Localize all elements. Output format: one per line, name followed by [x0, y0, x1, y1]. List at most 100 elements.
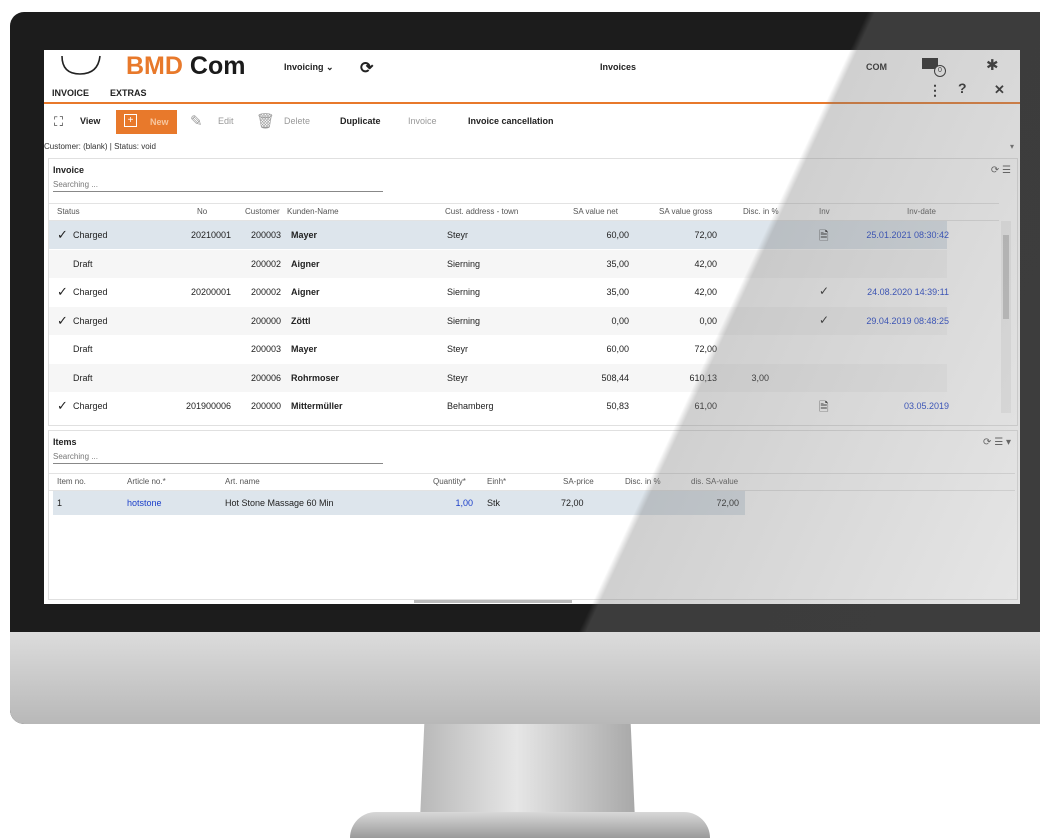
invoice-search-input[interactable]: Searching ...	[53, 180, 383, 192]
net-cell: 35,00	[606, 258, 629, 269]
check-icon[interactable]: ✓	[819, 313, 829, 327]
col-quantity[interactable]: Quantity*	[433, 477, 466, 486]
col-status[interactable]: Status	[57, 207, 80, 216]
monitor-stand-neck	[420, 724, 635, 820]
date-cell[interactable]: 25.01.2021 08:30:42	[839, 230, 949, 240]
name-cell: Mayer	[291, 230, 318, 240]
invoice-button[interactable]: Invoice	[408, 116, 437, 126]
col-item-disc[interactable]: Disc. in %	[625, 477, 661, 486]
scrollbar-thumb[interactable]	[1003, 235, 1009, 319]
status-cell: Charged	[73, 315, 108, 326]
col-disc[interactable]: Disc. in %	[743, 207, 779, 216]
name-cell: Mayer	[291, 344, 318, 354]
status-cell: Charged	[73, 401, 108, 411]
logo: BMD Com	[126, 52, 246, 80]
date-cell[interactable]: 24.08.2020 14:39:11	[839, 287, 949, 297]
col-inv-date[interactable]: Inv-date	[907, 207, 936, 216]
edit-icon[interactable]: ✎	[190, 112, 203, 130]
table-row[interactable]: Draft 200006 Rohrmoser Steyr 508,44 610,13 3,0…	[49, 363, 947, 392]
col-item-no[interactable]: Item no.	[57, 477, 86, 486]
list-icon[interactable]: ☰	[1002, 165, 1011, 176]
tab-extras[interactable]: EXTRAS	[110, 88, 147, 98]
invoicing-menu[interactable]: Invoicing ⌄	[284, 62, 334, 73]
user-label[interactable]: COM	[866, 62, 887, 72]
new-button[interactable]: + New	[116, 110, 177, 134]
status-cell: Charged	[73, 230, 108, 240]
delete-icon[interactable]: 🗑	[256, 112, 275, 130]
invoice-scrollbar[interactable]	[1001, 221, 1011, 413]
col-gross[interactable]: SA value gross	[659, 207, 712, 216]
check-icon[interactable]: ✓	[819, 284, 829, 298]
no-cell: 20200001	[190, 287, 231, 297]
table-row[interactable]: Draft 200003 Mayer Steyr 60,00 72,00	[49, 335, 947, 363]
invoice-table-header: Status No Customer Kunden-Name Cust. add…	[49, 203, 999, 221]
col-sa-price[interactable]: SA-price	[563, 477, 594, 486]
table-row[interactable]: ✓ Charged 201900006 200000 Mittermüller Beham…	[49, 392, 949, 420]
town-cell: Steyr	[447, 372, 469, 383]
col-net[interactable]: SA value net	[573, 207, 618, 216]
document-icon[interactable]: 🗎	[819, 398, 829, 419]
view-button[interactable]: View	[80, 116, 100, 126]
tab-invoice[interactable]: INVOICE	[52, 88, 89, 98]
table-row[interactable]: 1 hotstone Hot Stone Massage 60 Min 1,00…	[53, 491, 745, 515]
town-cell: Sierning	[447, 287, 481, 297]
toolbar: ⛶ View + New ✎ Edit 🗑 Delete Duplicate I…	[44, 108, 1020, 138]
quantity-cell[interactable]: 1,00	[433, 498, 473, 508]
refresh-icon[interactable]: ⟳	[991, 165, 999, 176]
status-cell: Draft	[73, 344, 93, 354]
col-kunden-name[interactable]: Kunden-Name	[287, 207, 339, 216]
col-inv[interactable]: Inv	[819, 207, 830, 216]
value-cell: 72,00	[716, 498, 739, 508]
col-no[interactable]: No	[197, 207, 207, 216]
table-row[interactable]: ✓ Charged 20210001 200003 Mayer Steyr 60,00 72,…	[49, 221, 949, 249]
check-icon: ✓	[57, 398, 68, 413]
close-icon[interactable]: ✕	[994, 82, 1005, 98]
customer-cell: 200003	[250, 344, 281, 354]
edit-button[interactable]: Edit	[218, 116, 234, 126]
invoice-cancellation-button[interactable]: Invoice cancellation	[468, 116, 554, 126]
duplicate-button[interactable]: Duplicate	[340, 116, 381, 126]
chevron-down-icon[interactable]: ▾	[1010, 142, 1014, 151]
more-vert-icon[interactable]: ⋮	[928, 82, 942, 99]
name-cell: Aigner	[291, 287, 320, 297]
refresh-icon[interactable]: ⟳	[360, 58, 373, 78]
delete-button[interactable]: Delete	[284, 116, 310, 126]
col-town[interactable]: Cust. address - town	[445, 207, 518, 216]
date-cell[interactable]: 03.05.2019	[839, 401, 949, 411]
table-row[interactable]: ✓ Charged 20200001 200002 Aigner Sierning 35,0…	[49, 278, 949, 306]
article-link[interactable]: hotstone	[127, 498, 162, 508]
items-search-input[interactable]: Searching ...	[53, 452, 383, 464]
list-icon[interactable]: ☰	[994, 437, 1003, 448]
invoice-panel: Invoice Searching ... ⟳ ☰ Status No Cust…	[48, 158, 1018, 426]
col-article-no[interactable]: Article no.*	[127, 477, 166, 486]
check-icon: ✓	[57, 227, 68, 242]
horizontal-scrollbar[interactable]	[414, 600, 572, 603]
status-cell: Draft	[73, 372, 93, 383]
refresh-icon[interactable]: ⟳	[983, 437, 991, 448]
town-cell: Steyr	[447, 230, 469, 240]
gross-cell: 72,00	[694, 344, 717, 354]
gross-cell: 0,00	[699, 315, 717, 326]
gross-cell: 42,00	[694, 258, 717, 269]
price-cell: 72,00	[561, 498, 584, 508]
monitor-chin	[10, 632, 1040, 724]
table-row[interactable]: Draft 200002 Aigner Sierning 35,00 42,00	[49, 249, 947, 278]
check-icon: ✓	[57, 284, 68, 299]
gear-icon[interactable]: ✱	[986, 56, 999, 74]
town-cell: Sierning	[447, 315, 481, 326]
help-icon[interactable]: ?	[958, 80, 967, 96]
col-customer[interactable]: Customer	[245, 207, 280, 216]
chevron-down-icon[interactable]: ▾	[1006, 437, 1011, 448]
customer-cell: 200000	[250, 315, 281, 326]
col-sa-value[interactable]: dis. SA-value	[691, 477, 738, 486]
document-icon[interactable]: 🗎	[819, 227, 829, 248]
col-art-name[interactable]: Art. name	[225, 477, 260, 486]
monitor-stand-foot	[350, 812, 710, 838]
fullscreen-icon[interactable]: ⛶	[54, 114, 63, 130]
chevron-down-icon: ⌄	[326, 62, 334, 72]
date-cell[interactable]: 29.04.2019 08:48:25	[839, 316, 949, 326]
table-row[interactable]: ✓ Charged 200000 Zöttl Sierning 0,00 0,00 29.04…	[49, 306, 949, 335]
gross-cell: 72,00	[694, 230, 717, 240]
net-cell: 0,00	[611, 315, 629, 326]
col-unit[interactable]: Einh*	[487, 477, 506, 486]
